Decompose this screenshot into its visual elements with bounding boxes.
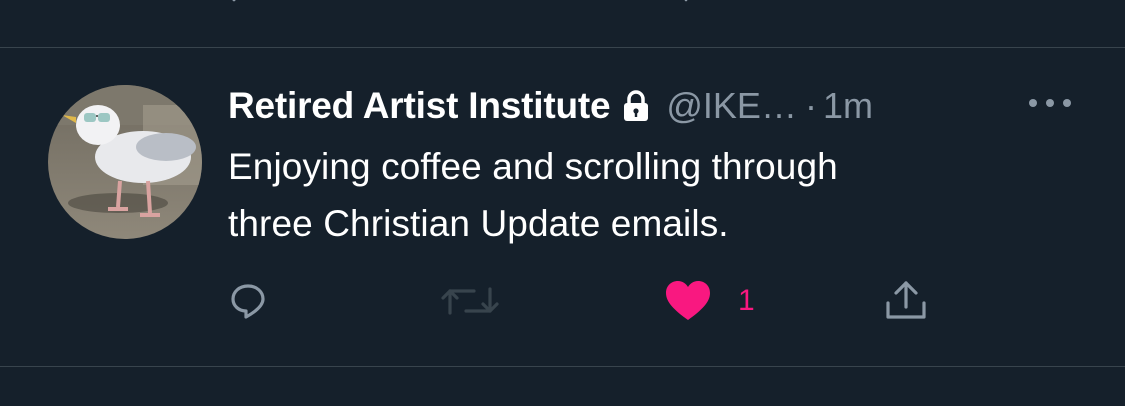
top-divider xyxy=(0,47,1125,48)
share-button[interactable] xyxy=(884,278,928,324)
bottom-divider xyxy=(0,366,1125,367)
retweet-button[interactable] xyxy=(440,278,500,324)
heart-icon[interactable] xyxy=(676,0,706,8)
like-count: 1 xyxy=(738,284,755,317)
reply-icon xyxy=(231,284,265,319)
previous-tweet-actions xyxy=(0,0,1125,10)
more-icon[interactable] xyxy=(1027,96,1073,110)
user-handle[interactable]: @IKE… xyxy=(666,85,797,127)
tweet-text-line: three Christian Update emails. xyxy=(228,203,729,244)
avatar-image xyxy=(48,85,202,239)
display-name[interactable]: Retired Artist Institute xyxy=(228,85,611,127)
reply-button[interactable] xyxy=(228,278,268,324)
timestamp[interactable]: 1m xyxy=(823,85,873,127)
tweet-header: Retired Artist Institute @IKE… · 1m xyxy=(228,80,873,132)
tweet-text-line: Enjoying coffee and scrolling through xyxy=(228,146,838,187)
tweet-text: Enjoying coffee and scrolling through th… xyxy=(228,138,1088,252)
share-icon[interactable] xyxy=(888,0,918,8)
heart-icon xyxy=(666,281,710,320)
retweet-icon[interactable] xyxy=(228,0,258,8)
lock-icon xyxy=(624,90,649,121)
separator-dot: · xyxy=(804,85,817,126)
share-icon xyxy=(886,281,926,319)
like-button[interactable]: 1 xyxy=(664,278,755,324)
avatar[interactable] xyxy=(48,85,202,239)
retweet-icon xyxy=(441,287,499,315)
